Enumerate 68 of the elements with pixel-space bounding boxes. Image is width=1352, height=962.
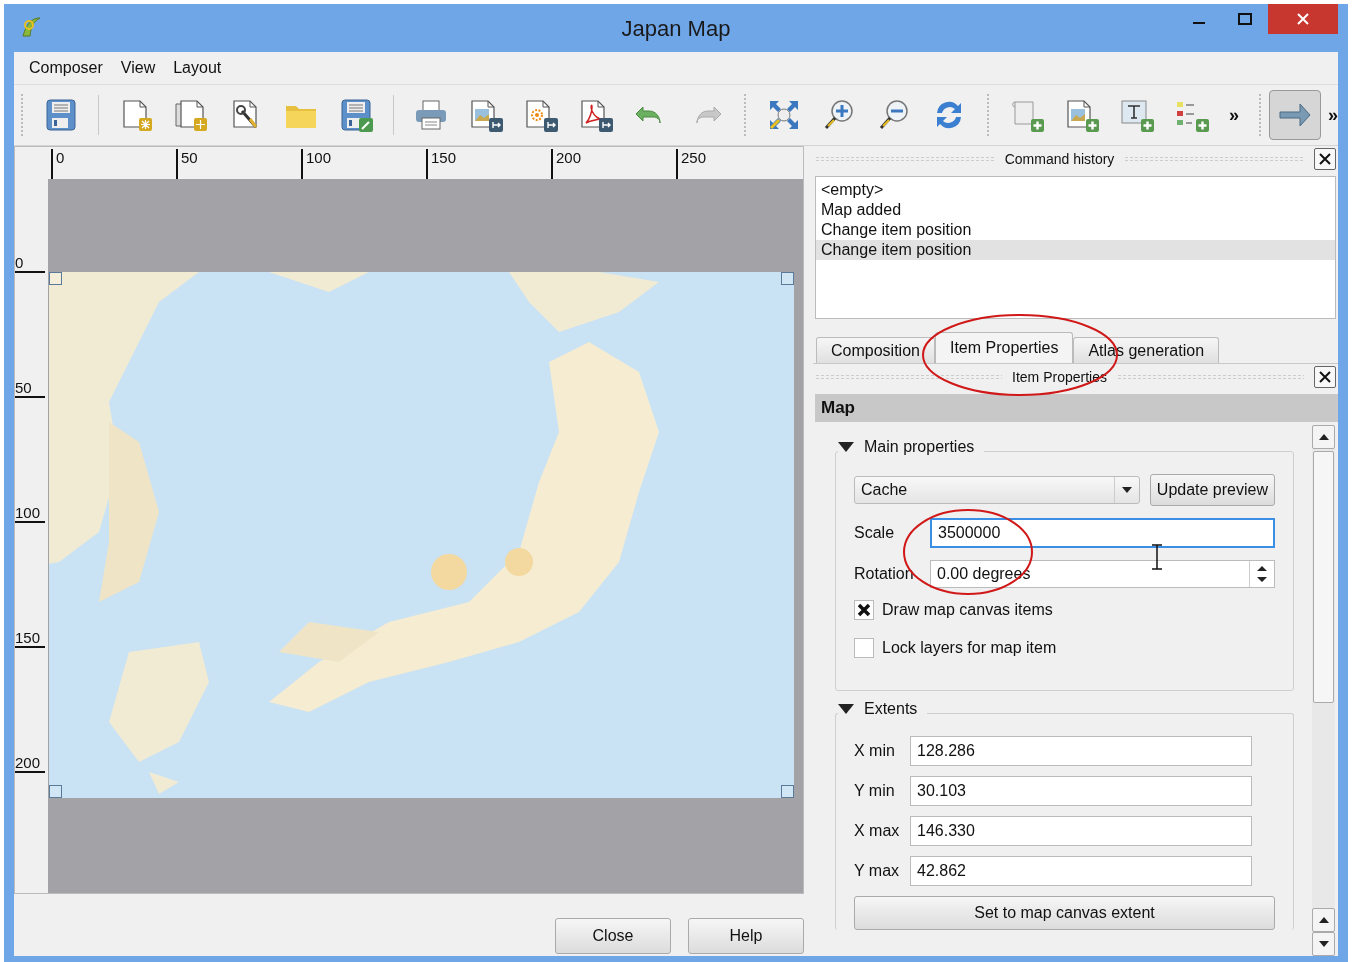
close-icon[interactable] [1314,366,1336,388]
cache-dropdown[interactable]: Cache [854,476,1140,504]
history-item[interactable]: Map added [816,200,1335,220]
menu-item[interactable]: Composer [20,55,112,81]
overflow-button[interactable]: » [1328,104,1338,126]
close-button[interactable] [1268,4,1338,34]
field-label: Rotation [854,565,915,583]
update-preview-button[interactable]: Update preview [1149,474,1275,506]
extent-field[interactable]: 42.862 [910,856,1252,886]
extent-field[interactable]: 30.103 [910,776,1252,806]
field-label: Y min [854,782,896,800]
extent-field[interactable]: 128.286 [910,736,1252,766]
ruler-label: 200 [15,754,45,773]
collapse-icon[interactable] [838,441,854,453]
add-image-icon[interactable] [1064,97,1100,133]
save-icon[interactable] [43,97,79,133]
tab[interactable]: Item Properties [934,332,1074,363]
window-title: Japan Map [621,16,731,41]
scale-field[interactable]: 3500000 [930,518,1275,548]
ruler-label: 100 [15,504,45,523]
scroll-up-icon[interactable] [1318,434,1329,440]
field-label: X min [854,742,896,760]
checkbox-label: Lock layers for map item [882,639,1057,657]
selection-handle[interactable] [781,785,794,798]
history-item[interactable]: Change item position [816,220,1335,240]
field-label: X max [854,822,900,840]
checkbox[interactable] [854,638,874,658]
selection-handle[interactable] [781,272,794,285]
export-pdf-icon[interactable] [578,97,614,133]
dropdown-arrow-icon[interactable] [1121,487,1132,493]
maximize-icon[interactable] [1238,13,1252,25]
menu-item[interactable]: Layout [164,55,231,81]
close-dialog-button[interactable]: Close [555,918,671,954]
ruler-label: 50 [15,379,45,398]
history-item[interactable]: Change item position [816,240,1335,260]
arrow-icon[interactable] [1278,102,1312,128]
menu-item[interactable]: View [111,55,165,81]
print-icon[interactable] [413,97,449,133]
section-header: Map [815,394,1338,422]
selection-handle[interactable] [49,272,62,285]
ruler-label: 0 [15,254,45,273]
select-move-button[interactable] [1269,90,1321,140]
app-logo-icon [20,16,42,40]
extent-field[interactable]: 146.330 [910,816,1252,846]
help-button[interactable]: Help [688,918,804,954]
checkbox-label: Draw map canvas items [882,601,1053,619]
panel-title: Command history [1004,151,1115,167]
scroll-down-icon[interactable] [1318,941,1329,947]
overflow-button[interactable]: » [1229,104,1239,126]
text-cursor-icon [1151,544,1163,570]
close-icon[interactable] [1314,148,1336,170]
add-label-icon[interactable] [1119,97,1155,133]
duplicate-composer-icon[interactable] [173,97,209,133]
scrollbar[interactable] [1312,425,1335,956]
scroll-up-icon[interactable] [1318,917,1329,923]
save-as-template-icon[interactable] [338,97,374,133]
selection-handle[interactable] [49,785,62,798]
field-label: Scale [854,524,896,542]
collapse-icon[interactable] [838,703,854,715]
export-svg-icon[interactable] [523,97,559,133]
tab[interactable]: Composition [816,337,935,363]
checkbox[interactable] [854,600,874,620]
ruler-label: 150 [15,629,45,648]
group-title[interactable]: Extents [864,700,918,718]
history-item[interactable]: <empty> [816,180,1335,200]
set-extent-button[interactable]: Set to map canvas extent [854,896,1275,930]
field-label: Y max [854,862,900,880]
export-image-icon[interactable] [468,97,504,133]
